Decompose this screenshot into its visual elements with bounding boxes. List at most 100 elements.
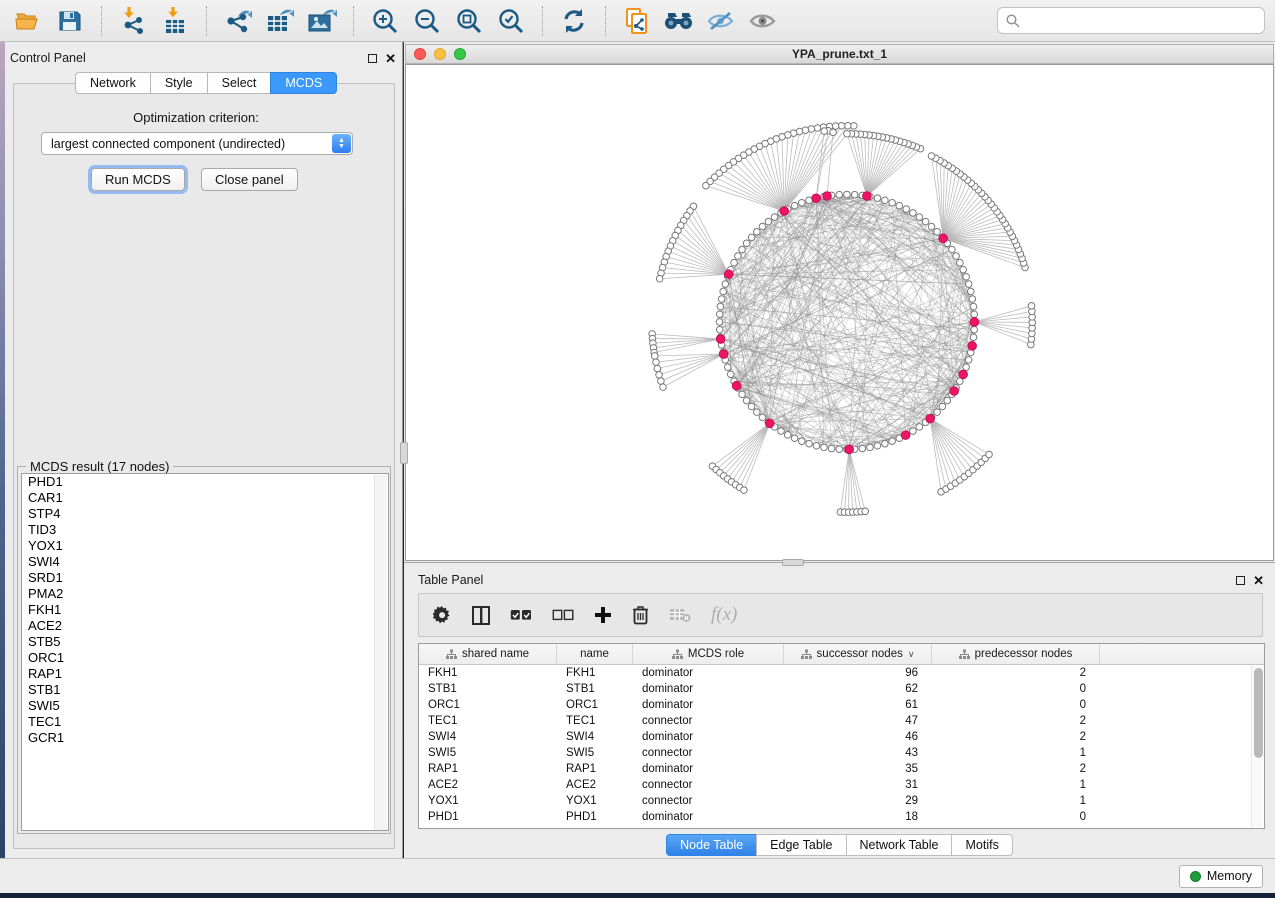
unselect-all-icon[interactable] [552,608,574,622]
tab-select[interactable]: Select [207,72,271,94]
mcds-network-node[interactable] [812,194,821,203]
network-node[interactable] [830,129,837,136]
network-node[interactable] [934,409,941,416]
network-node[interactable] [836,446,843,453]
mcds-result-item[interactable]: TEC1 [22,714,388,730]
export-table-icon[interactable] [262,4,298,38]
network-node[interactable] [867,444,874,451]
mcds-network-node[interactable] [780,207,789,216]
zoom-out-icon[interactable] [409,4,445,38]
mcds-result-item[interactable]: STB1 [22,682,388,698]
network-node[interactable] [703,182,710,189]
mcds-network-node[interactable] [926,414,935,423]
network-node[interactable] [970,303,977,310]
network-node[interactable] [960,266,967,273]
network-node[interactable] [717,303,724,310]
column-header-name[interactable]: name [557,644,633,664]
tab-mcds[interactable]: MCDS [270,72,337,94]
table-scrollbar[interactable] [1251,666,1263,828]
mcds-network-node[interactable] [863,192,872,201]
mcds-result-item[interactable]: YOX1 [22,538,388,554]
tab-node-table[interactable]: Node Table [666,834,756,856]
select-all-icon[interactable] [510,608,532,622]
network-window-titlebar[interactable]: YPA_prune.txt_1 [405,44,1274,64]
mcds-result-item[interactable]: FKH1 [22,602,388,618]
network-node[interactable] [953,253,960,260]
export-network-icon[interactable] [220,4,256,38]
mcds-network-node[interactable] [970,318,979,327]
horizontal-splitter-grip[interactable] [782,559,804,566]
network-node[interactable] [651,353,658,360]
network-node[interactable] [916,424,923,431]
network-node[interactable] [896,202,903,209]
add-column-icon[interactable] [594,606,612,624]
mcds-network-node[interactable] [901,431,910,440]
mcds-network-node[interactable] [719,350,728,359]
network-node[interactable] [851,191,858,198]
mcds-result-item[interactable]: CAR1 [22,490,388,506]
mcds-result-item[interactable]: RAP1 [22,666,388,682]
tab-motifs[interactable]: Motifs [951,834,1012,856]
network-node[interactable] [928,153,935,160]
network-node[interactable] [969,296,976,303]
tab-network-table[interactable]: Network Table [846,834,952,856]
import-table-icon[interactable] [157,4,193,38]
search-input[interactable] [997,7,1265,34]
network-node[interactable] [836,191,843,198]
search-network-icon[interactable] [661,4,697,38]
network-node[interactable] [821,444,828,451]
network-node[interactable] [889,199,896,206]
network-node[interactable] [754,409,761,416]
mcds-network-node[interactable] [968,342,977,351]
network-node[interactable] [791,435,798,442]
network-node[interactable] [971,326,978,333]
network-node[interactable] [759,414,766,421]
tab-network[interactable]: Network [75,72,150,94]
network-node[interactable] [765,218,772,225]
network-node[interactable] [965,281,972,288]
network-node[interactable] [916,214,923,221]
network-node[interactable] [722,281,729,288]
network-node[interactable] [963,273,970,280]
network-node[interactable] [957,259,964,266]
mcds-result-item[interactable]: SRD1 [22,570,388,586]
network-node[interactable] [1028,303,1035,310]
network-node[interactable] [963,364,970,371]
column-header-predecessor-nodes[interactable]: predecessor nodes [932,644,1100,664]
table-row[interactable]: YOX1YOX1connector291 [419,793,1264,809]
network-node[interactable] [656,371,663,378]
open-icon[interactable] [10,4,46,38]
network-node[interactable] [882,197,889,204]
mcds-result-item[interactable]: TID3 [22,522,388,538]
network-node[interactable] [798,438,805,445]
delete-column-icon[interactable] [632,605,649,625]
network-node[interactable] [759,223,766,230]
mcds-list-scrollbar[interactable] [374,475,387,831]
network-node[interactable] [874,195,881,202]
import-network-icon[interactable] [115,4,151,38]
show-all-eye-icon[interactable] [745,4,781,38]
network-node[interactable] [821,128,828,135]
memory-button[interactable]: Memory [1179,865,1263,888]
network-node[interactable] [743,240,750,247]
close-panel-icon[interactable]: ✕ [1253,576,1264,585]
network-node[interactable] [739,391,746,398]
network-node[interactable] [739,246,746,253]
network-node[interactable] [748,403,755,410]
hide-selected-eye-icon[interactable] [703,4,739,38]
table-row[interactable]: TEC1TEC1connector472 [419,713,1264,729]
network-node[interactable] [838,123,845,130]
network-node[interactable] [862,508,869,515]
network-node[interactable] [903,206,910,213]
network-node[interactable] [844,130,851,137]
network-node[interactable] [828,445,835,452]
mcds-network-node[interactable] [950,387,959,396]
network-node[interactable] [778,428,785,435]
mcds-network-node[interactable] [765,419,774,428]
column-header-successor-nodes[interactable]: successor nodes∨ [784,644,932,664]
mcds-network-node[interactable] [959,370,968,379]
network-node[interactable] [882,440,889,447]
network-node[interactable] [813,442,820,449]
table-row[interactable]: FKH1FKH1dominator962 [419,665,1264,681]
network-node[interactable] [910,210,917,217]
